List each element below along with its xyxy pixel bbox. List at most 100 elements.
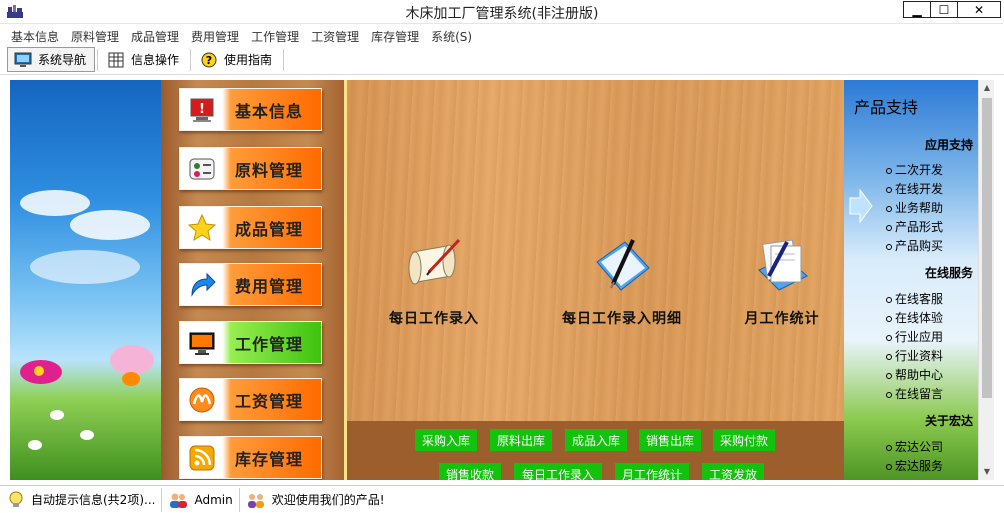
- task-daily-entry-label: 每日工作录入: [389, 311, 479, 327]
- support-heading-online: 在线服务: [924, 266, 973, 280]
- support-heading-app: 应用支持: [924, 138, 973, 152]
- support-link[interactable]: 行业资料: [886, 347, 943, 364]
- menu-product[interactable]: 成品管理: [125, 25, 185, 45]
- toolbar: 系统导航 信息操作 ? 使用指南: [0, 45, 1004, 75]
- display-icon: [189, 332, 214, 355]
- window-title: 木床加工厂管理系统(非注册版): [405, 6, 599, 22]
- system-nav-button[interactable]: 系统导航: [7, 47, 96, 72]
- task-daily-entry-detail-label: 每日工作录入明细: [562, 311, 682, 327]
- scroll-up-icon[interactable]: ▲: [979, 80, 994, 96]
- arrow-right-icon: [849, 188, 873, 224]
- menu-salary[interactable]: 工资管理: [305, 25, 365, 45]
- system-nav-label: 系统导航: [38, 53, 87, 67]
- support-link[interactable]: 行业应用: [886, 328, 943, 345]
- nav-material-label: 原料管理: [234, 160, 303, 180]
- support-link[interactable]: 在线留言: [886, 385, 943, 402]
- nav-salary-label: 工资管理: [234, 391, 303, 411]
- status-user: Admin: [168, 487, 240, 512]
- scroll-pen-icon: [408, 238, 461, 285]
- support-link[interactable]: 宏达服务: [886, 457, 943, 474]
- toolbar-separator: [283, 48, 285, 71]
- support-link[interactable]: 宏达公司: [886, 438, 943, 455]
- nav-material[interactable]: 原料管理: [179, 147, 322, 190]
- support-link[interactable]: 在线体验: [886, 309, 943, 326]
- support-link[interactable]: 在线开发: [886, 180, 943, 197]
- nav-expense-label: 费用管理: [234, 276, 303, 296]
- papers-pen-icon: [758, 239, 808, 291]
- nav-work-label: 工作管理: [234, 334, 303, 354]
- computer-warning-icon: !: [190, 98, 213, 122]
- contacts-icon: [189, 158, 214, 179]
- support-title: 产品支持: [854, 98, 919, 117]
- info-operation-button[interactable]: 信息操作: [100, 47, 188, 72]
- svg-text:?: ?: [206, 54, 212, 67]
- left-navigation: ! 基本信息 原料管理 成品管理 费用管理 工作管理 工资管理 库存管理: [161, 80, 344, 480]
- quick-launch-bar: 采购入库 原料出库 成品入库 销售出库 采购付款 销售收款 每日工作录入 月工作…: [347, 421, 844, 480]
- status-bar: 自动提示信息(共2项)... Admin 欢迎使用我们的产品!: [0, 485, 1004, 513]
- quick-salary-payment[interactable]: 工资发放: [702, 463, 764, 480]
- scroll-thumb[interactable]: [982, 98, 992, 398]
- nav-product[interactable]: 成品管理: [179, 206, 322, 249]
- menu-work[interactable]: 工作管理: [245, 25, 305, 45]
- nav-expense[interactable]: 费用管理: [179, 263, 322, 306]
- quick-sales-out[interactable]: 销售出库: [639, 429, 701, 451]
- user-guide-button[interactable]: ? 使用指南: [193, 47, 281, 72]
- toolbar-separator: [190, 48, 192, 71]
- curved-arrow-icon: [190, 272, 216, 297]
- svg-text:!: !: [199, 102, 205, 117]
- minimize-icon: ▁: [912, 2, 922, 17]
- status-user-name: Admin: [194, 492, 233, 507]
- scroll-down-icon[interactable]: ▼: [979, 464, 994, 480]
- support-link[interactable]: 产品形式: [886, 218, 943, 235]
- task-daily-entry-detail[interactable]: 每日工作录入明细: [547, 232, 697, 328]
- support-link[interactable]: 在线客服: [886, 290, 943, 307]
- support-link[interactable]: 产品购买: [886, 237, 943, 254]
- nav-product-label: 成品管理: [234, 219, 303, 239]
- vertical-scrollbar[interactable]: ▲ ▼: [978, 80, 994, 480]
- close-button[interactable]: ✕: [957, 1, 1001, 18]
- support-link[interactable]: 帮助中心: [886, 366, 943, 383]
- status-welcome-text: 欢迎使用我们的产品!: [271, 493, 385, 507]
- minimize-button[interactable]: ▁: [903, 1, 931, 18]
- grid-icon: [108, 52, 124, 67]
- menu-material[interactable]: 原料管理: [65, 25, 125, 45]
- nav-salary[interactable]: 工资管理: [179, 378, 322, 421]
- notebook-pen-icon: [596, 239, 650, 291]
- quick-purchase-payment[interactable]: 采购付款: [713, 429, 775, 451]
- rss-icon: [189, 445, 214, 470]
- info-operation-label: 信息操作: [131, 53, 180, 67]
- quick-purchase-in[interactable]: 采购入库: [415, 429, 477, 451]
- support-link[interactable]: 二次开发: [886, 161, 943, 178]
- nav-work[interactable]: 工作管理: [179, 321, 322, 364]
- task-monthly-stats-label: 月工作统计: [744, 311, 820, 327]
- main-panel: ! 基本信息 原料管理 成品管理 费用管理 工作管理 工资管理 库存管理 每日工…: [10, 80, 994, 480]
- status-tips[interactable]: 自动提示信息(共2项)...: [7, 487, 163, 512]
- lightbulb-icon: [9, 491, 23, 507]
- toolbar-separator: [97, 48, 99, 71]
- product-support-panel: 产品支持 应用支持 二次开发 在线开发 业务帮助 产品形式 产品购买 在线服务 …: [844, 80, 978, 480]
- nav-basic-info-label: 基本信息: [234, 101, 303, 121]
- menu-bar: 基本信息 原料管理 成品管理 费用管理 工作管理 工资管理 库存管理 系统(S): [0, 25, 1004, 45]
- quick-material-out[interactable]: 原料出库: [490, 429, 552, 451]
- nav-inventory-label: 库存管理: [234, 449, 303, 469]
- nav-basic-info[interactable]: ! 基本信息: [179, 88, 322, 131]
- maximize-button[interactable]: ☐: [930, 1, 958, 18]
- title-bar: 木床加工厂管理系统(非注册版) ▁ ☐ ✕: [0, 0, 1004, 24]
- monitor-icon: [14, 52, 32, 67]
- menu-system[interactable]: 系统(S): [425, 25, 478, 45]
- menu-basic-info[interactable]: 基本信息: [5, 25, 65, 45]
- menu-inventory[interactable]: 库存管理: [365, 25, 425, 45]
- quick-product-in[interactable]: 成品入库: [565, 429, 627, 451]
- work-area: 每日工作录入 每日工作录入明细 月工作统计: [347, 80, 844, 421]
- task-monthly-stats[interactable]: 月工作统计: [727, 232, 837, 328]
- users-icon: [170, 493, 188, 508]
- scenery-image: [10, 80, 161, 480]
- nav-inventory[interactable]: 库存管理: [179, 436, 322, 479]
- quick-sales-receipt[interactable]: 销售收款: [439, 463, 501, 480]
- menu-expense[interactable]: 费用管理: [185, 25, 245, 45]
- quick-monthly-stats[interactable]: 月工作统计: [615, 463, 689, 480]
- users-group-icon: [247, 493, 264, 508]
- support-link[interactable]: 业务帮助: [886, 199, 943, 216]
- quick-daily-entry[interactable]: 每日工作录入: [514, 463, 602, 480]
- task-daily-entry[interactable]: 每日工作录入: [379, 232, 489, 328]
